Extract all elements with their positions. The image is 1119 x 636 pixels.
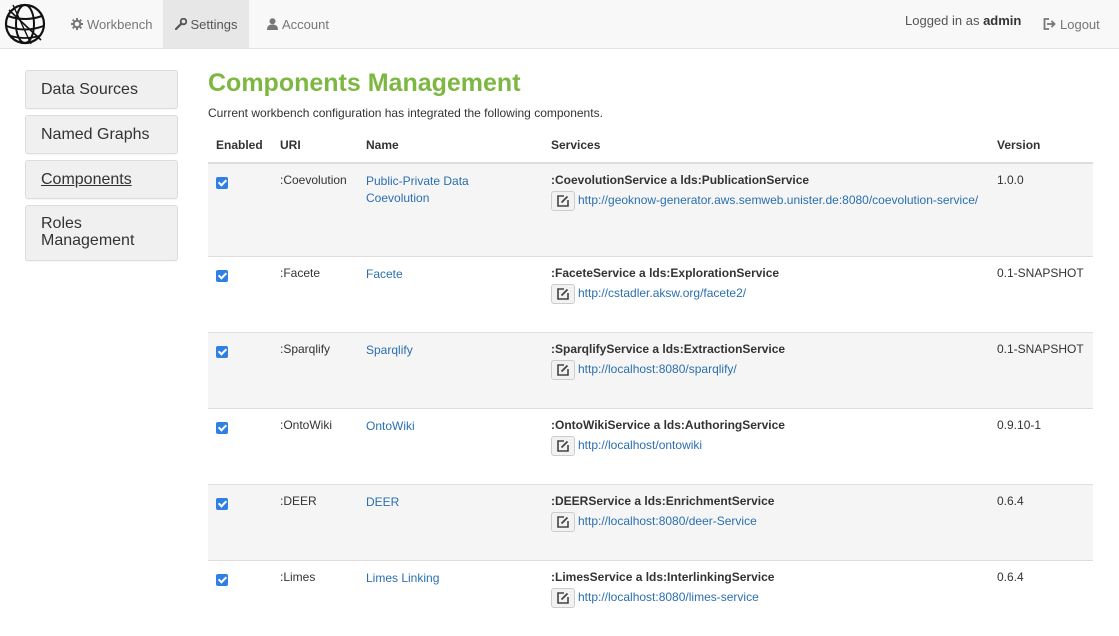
enabled-checkbox[interactable] <box>216 421 228 434</box>
sidebar-item-roles-management[interactable]: Roles Management <box>25 205 178 261</box>
column-header-uri: URI <box>272 133 358 164</box>
sidebar-item-data-sources[interactable]: Data Sources <box>25 70 178 109</box>
service-description: :CoevolutionService a lds:PublicationSer… <box>551 173 810 187</box>
component-name-link[interactable]: Sparqlify <box>366 343 413 357</box>
nav-settings[interactable]: Settings <box>163 0 249 48</box>
sidebar-item-components[interactable]: Components <box>25 160 178 199</box>
component-version: 0.6.4 <box>989 559 1093 636</box>
nav-settings-label: Settings <box>190 16 238 32</box>
sidebar-item-named-graphs[interactable]: Named Graphs <box>25 115 178 154</box>
edit-service-button[interactable] <box>551 511 575 532</box>
component-name-link[interactable]: Limes Linking <box>366 571 439 585</box>
service-url-link[interactable]: http://geoknow-generator.aws.semweb.unis… <box>578 193 978 207</box>
service-url-link[interactable]: http://cstadler.aksw.org/facete2/ <box>578 286 746 300</box>
component-uri: :Limes <box>272 559 358 636</box>
settings-sidebar: Data Sources Named Graphs Components Rol… <box>25 70 178 267</box>
component-version: 0.6.4 <box>989 483 1093 560</box>
service-url-link[interactable]: http://localhost:8080/deer-Service <box>578 514 757 528</box>
edit-service-button[interactable] <box>551 191 575 211</box>
logout-icon <box>1043 18 1056 30</box>
nav-account-label: Account <box>282 16 329 32</box>
edit-service-button[interactable] <box>551 283 575 304</box>
service-description: :DEERService a lds:EnrichmentService <box>551 493 775 508</box>
edit-icon <box>557 591 569 604</box>
edit-icon <box>557 363 569 376</box>
component-uri: :Sparqlify <box>272 331 358 408</box>
service-url-link[interactable]: http://localhost:8080/limes-service <box>578 590 759 604</box>
table-row: :OntoWiki OntoWiki :OntoWikiService a ld… <box>208 407 1093 484</box>
component-name-link[interactable]: DEER <box>366 495 399 509</box>
sidebar-item-label: Named Graphs <box>41 126 150 143</box>
logout-button[interactable]: Logout <box>1043 0 1100 48</box>
sidebar-item-label: Roles Management <box>41 215 135 249</box>
table-header: Enabled URI Name Services Version <box>208 133 1093 164</box>
globe-logo-icon[interactable] <box>3 2 47 46</box>
enabled-checkbox[interactable] <box>216 345 228 358</box>
edit-icon <box>557 515 569 528</box>
component-uri: :Facete <box>272 255 358 332</box>
component-uri: :Coevolution <box>272 162 358 256</box>
service-description: :LimesService a lds:InterlinkingService <box>551 569 775 584</box>
enabled-checkbox[interactable] <box>216 269 228 282</box>
column-header-version: Version <box>989 133 1093 164</box>
page-title: Components Management <box>208 69 521 97</box>
component-name-link[interactable]: Public-Private Data Coevolution <box>366 174 469 205</box>
service-url-link[interactable]: http://localhost/ontowiki <box>578 438 702 452</box>
table-row: :Sparqlify Sparqlify :SparqlifyService a… <box>208 331 1093 408</box>
sidebar-item-label: Components <box>41 171 132 188</box>
top-navbar: Workbench Settings Account Logged in as … <box>0 0 1119 49</box>
edit-service-button[interactable] <box>551 359 575 380</box>
logged-in-status: Logged in as admin <box>905 13 1021 28</box>
enabled-checkbox[interactable] <box>216 497 228 510</box>
user-icon <box>267 18 278 30</box>
component-version: 1.0.0 <box>989 162 1093 256</box>
logged-in-prefix: Logged in as <box>905 13 980 28</box>
enabled-checkbox[interactable] <box>216 177 228 189</box>
service-description: :OntoWikiService a lds:AuthoringService <box>551 417 785 432</box>
table-body: :Coevolution Public-Private Data Coevolu… <box>208 162 1093 636</box>
service-description: :FaceteService a lds:ExplorationService <box>551 265 780 280</box>
enabled-checkbox[interactable] <box>216 573 228 586</box>
gear-icon <box>71 18 83 30</box>
edit-icon <box>557 287 569 300</box>
column-header-name: Name <box>358 133 543 164</box>
table-row: :Facete Facete :FaceteService a lds:Expl… <box>208 255 1093 332</box>
wrench-icon <box>174 18 187 30</box>
page-subtitle: Current workbench configuration has inte… <box>208 106 603 120</box>
edit-icon <box>557 195 569 207</box>
logged-in-user: admin <box>983 13 1022 28</box>
component-version: 0.9.10-1 <box>989 407 1093 484</box>
logout-label: Logout <box>1060 16 1100 32</box>
nav-account[interactable]: Account <box>258 0 338 48</box>
column-header-services: Services <box>543 133 989 164</box>
component-uri: :DEER <box>272 483 358 560</box>
nav-workbench-label: Workbench <box>87 16 153 32</box>
component-uri: :OntoWiki <box>272 407 358 484</box>
table-row: :Coevolution Public-Private Data Coevolu… <box>208 162 1093 256</box>
component-name-link[interactable]: OntoWiki <box>366 419 415 433</box>
components-table: Enabled URI Name Services Version :Coevo… <box>208 133 1093 636</box>
service-url-link[interactable]: http://localhost:8080/sparqlify/ <box>578 362 737 376</box>
edit-service-button[interactable] <box>551 587 575 608</box>
column-header-enabled: Enabled <box>208 133 272 164</box>
component-version: 0.1-SNAPSHOT <box>989 255 1093 332</box>
service-description: :SparqlifyService a lds:ExtractionServic… <box>551 341 786 356</box>
nav-workbench[interactable]: Workbench <box>60 0 164 48</box>
table-row: :Limes Limes Linking :LimesService a lds… <box>208 559 1093 636</box>
table-row: :DEER DEER :DEERService a lds:Enrichment… <box>208 483 1093 560</box>
edit-service-button[interactable] <box>551 435 575 456</box>
edit-icon <box>557 439 569 452</box>
component-name-link[interactable]: Facete <box>366 267 403 281</box>
component-version: 0.1-SNAPSHOT <box>989 331 1093 408</box>
main-content: Components Management Current workbench … <box>208 66 1093 636</box>
sidebar-item-label: Data Sources <box>41 81 138 98</box>
